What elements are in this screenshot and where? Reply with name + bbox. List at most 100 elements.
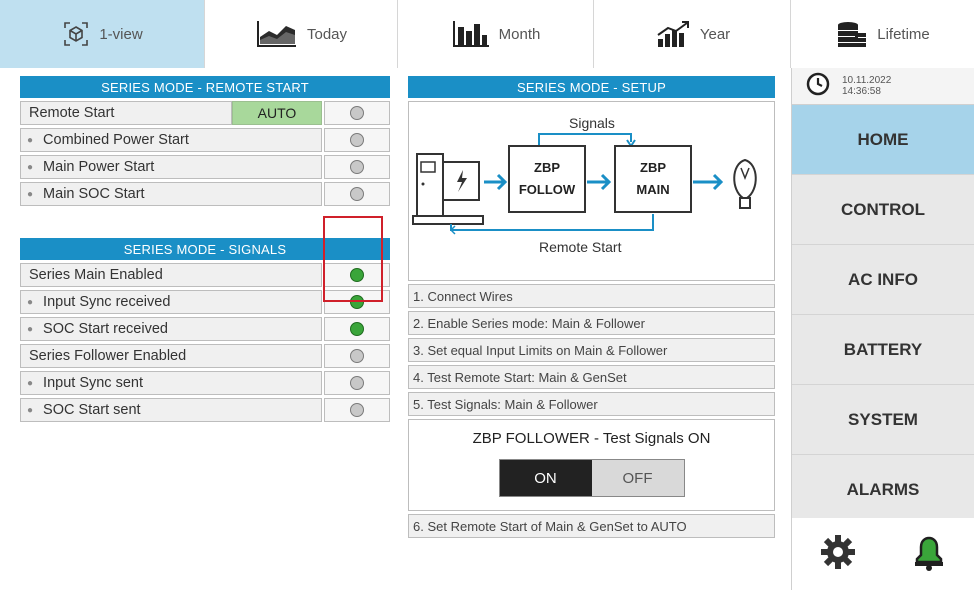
remote-start-mode[interactable]: AUTO [232,101,322,125]
tab-year[interactable]: Year [594,0,791,68]
soc-start-received-label: SOC Start received [43,321,168,337]
step-test-remote-start: 4. Test Remote Start: Main & GenSet [408,365,775,389]
led-cell [324,290,390,314]
gear-icon[interactable] [818,532,858,577]
signals-section: SERIES MODE - SIGNALS Series Main Enable… [20,238,390,422]
bullet-icon: ● [27,377,34,389]
setup-column: SERIES MODE - SETUP Signals ZBP FOLLOW Z… [408,76,775,538]
main-power-start-row: ● Main Power Start [20,155,390,179]
series-follower-enabled-row: Series Follower Enabled [20,344,390,368]
clock-icon [806,72,830,101]
row-label: ● Input Sync received [20,290,322,314]
setup-diagram: Signals ZBP FOLLOW ZBP MAIN Remote Start [408,101,775,281]
remote-start-label: Remote Start [539,239,622,255]
series-main-enabled-row: Series Main Enabled [20,263,390,287]
nav-home[interactable]: HOME [792,105,974,175]
status-led [350,376,364,390]
alarm-bell-icon[interactable] [909,532,949,577]
tab-label: Lifetime [877,25,930,43]
status-led [350,349,364,363]
nav-ac-info[interactable]: AC INFO [792,245,974,315]
input-sync-sent-row: ● Input Sync sent [20,371,390,395]
off-button[interactable]: OFF [591,460,684,496]
remote-start-header: SERIES MODE - REMOTE START [20,76,390,98]
row-label: ● Main Power Start [20,155,322,179]
bullet-icon: ● [27,134,34,146]
main-soc-start-label: Main SOC Start [43,186,145,202]
input-sync-received-label: Input Sync received [43,294,171,310]
date-time-text: 10.11.2022 14:36:58 [842,75,891,97]
nav-control[interactable]: CONTROL [792,175,974,245]
soc-start-received-row: ● SOC Start received [20,317,390,341]
row-label: ● SOC Start sent [20,398,322,422]
status-led [350,133,364,147]
led-cell [324,182,390,206]
test-signals-box: ZBP FOLLOWER - Test Signals ON ON OFF [408,419,775,511]
follow-label-1: ZBP [534,160,560,175]
row-label: ● Combined Power Start [20,128,322,152]
main-soc-start-row: ● Main SOC Start [20,182,390,206]
tab-label: 1-view [99,25,143,43]
soc-start-sent-row: ● SOC Start sent [20,398,390,422]
tab-today[interactable]: Today [205,0,398,68]
tab-1-view[interactable]: 1-view [0,0,205,68]
main-label-2: MAIN [636,182,669,197]
led-cell [324,101,390,125]
combined-power-start-label: Combined Power Start [43,132,189,148]
sidebar-bottom-icons [792,518,974,590]
tab-label: Year [699,25,731,43]
step-test-signals: 5. Test Signals: Main & Follower [408,392,775,416]
combined-power-start-row: ● Combined Power Start [20,128,390,152]
setup-steps-final: 6. Set Remote Start of Main & GenSet to … [408,514,775,538]
main-power-start-label: Main Power Start [43,159,155,175]
input-sync-received-row: ● Input Sync received [20,290,390,314]
bullet-icon: ● [27,296,34,308]
led-cell [324,128,390,152]
signals-label: Signals [569,115,615,131]
test-signals-title: ZBP FOLLOWER - Test Signals ON [472,430,711,447]
setup-steps: 1. Connect Wires 2. Enable Series mode: … [408,284,775,416]
light-bulb-icon [733,158,757,209]
led-cell [324,371,390,395]
status-led-on [350,268,364,282]
setup-header: SERIES MODE - SETUP [408,76,775,98]
top-tab-bar: 1-view Today Month Year Lifetime [0,0,974,68]
led-cell [324,263,390,287]
status-led [350,160,364,174]
network-cube-icon [61,19,91,49]
nav-alarms[interactable]: ALARMS [792,455,974,525]
sidebar: 10.11.2022 14:36:58 HOME CONTROL AC INFO… [791,68,974,590]
remote-start-label: Remote Start [20,101,232,125]
wiring-diagram: Signals ZBP FOLLOW ZBP MAIN Remote Start [412,115,757,255]
area-chart-icon [255,19,299,49]
soc-start-sent-label: SOC Start sent [43,402,141,418]
status-led-on [350,322,364,336]
step-enable-series-mode: 2. Enable Series mode: Main & Follower [408,311,775,335]
inverter-device-icon [412,153,484,225]
on-button[interactable]: ON [499,460,592,496]
step-set-remote-start-auto: 6. Set Remote Start of Main & GenSet to … [408,514,775,538]
row-label: ● Input Sync sent [20,371,322,395]
main-label-1: ZBP [640,160,666,175]
bullet-icon: ● [27,323,34,335]
remote-start-row: Remote Start AUTO [20,101,390,125]
tab-month[interactable]: Month [398,0,594,68]
bullet-icon: ● [27,404,34,416]
datetime-display: 10.11.2022 14:36:58 [792,68,974,105]
follow-label-2: FOLLOW [519,182,576,197]
series-main-enabled-label: Series Main Enabled [20,263,322,287]
step-equal-input-limits: 3. Set equal Input Limits on Main & Foll… [408,338,775,362]
bullet-icon: ● [27,188,34,200]
led-cell [324,344,390,368]
nav-battery[interactable]: BATTERY [792,315,974,385]
status-led [350,403,364,417]
test-signals-toggle[interactable]: ON OFF [498,459,685,497]
nav-system[interactable]: SYSTEM [792,385,974,455]
series-follower-enabled-label: Series Follower Enabled [20,344,322,368]
row-label: ● Main SOC Start [20,182,322,206]
time-text: 14:36:58 [842,86,881,97]
status-led [350,106,364,120]
tab-lifetime[interactable]: Lifetime [791,0,974,68]
bullet-icon: ● [27,161,34,173]
led-cell [324,155,390,179]
